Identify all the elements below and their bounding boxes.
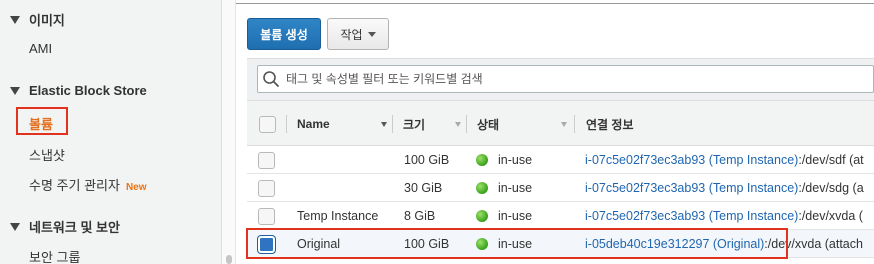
column-header-name[interactable]: Name xyxy=(287,101,393,147)
sort-icon xyxy=(455,121,461,127)
table-row[interactable]: 100 GiB in-use i-07c5e02f73ec3ab93 (Temp… xyxy=(247,146,874,174)
column-header-label: Name xyxy=(297,117,330,131)
table-header: Name 크기 상태 연결 정보 xyxy=(247,100,874,146)
sidebar-section-label: 네트워크 및 보안 xyxy=(29,220,120,235)
attachment-device: :/dev/xvda ( xyxy=(798,209,863,223)
column-header-attachment[interactable]: 연결 정보 xyxy=(575,101,874,147)
column-header-label: 연결 정보 xyxy=(586,117,634,132)
volume-state: in-use xyxy=(498,181,533,195)
status-ok-icon xyxy=(476,210,488,222)
sidebar: 이미지 AMI Elastic Block Store 볼륨 스냅샷 수명 주기… xyxy=(0,0,222,264)
volume-state: in-use xyxy=(498,153,533,167)
row-checkbox[interactable] xyxy=(258,179,275,197)
collapse-triangle-icon xyxy=(10,86,20,95)
sidebar-section-label: Elastic Block Store xyxy=(29,83,147,98)
sidebar-section-label: 이미지 xyxy=(29,13,65,28)
column-header-state[interactable]: 상태 xyxy=(467,101,575,147)
sidebar-item-label: 수명 주기 관리자 xyxy=(29,178,120,193)
select-all-checkbox[interactable] xyxy=(258,115,276,133)
sidebar-scrollbar[interactable] xyxy=(222,0,236,264)
instance-link[interactable]: i-07c5e02f73ec3ab93 (Temp Instance) xyxy=(585,209,798,223)
column-header-label: 상태 xyxy=(477,117,500,132)
table-row[interactable]: 30 GiB in-use i-07c5e02f73ec3ab93 (Temp … xyxy=(247,174,874,202)
new-badge: New xyxy=(125,182,147,193)
sidebar-item-ami[interactable]: AMI xyxy=(29,41,52,56)
search-icon xyxy=(263,71,279,87)
main-content: 볼륨 생성 작업 Name 크기 xyxy=(237,0,874,264)
instance-link[interactable]: i-07c5e02f73ec3ab93 (Temp Instance) xyxy=(585,153,798,167)
volume-size: 30 GiB xyxy=(404,181,443,195)
sidebar-section-ebs[interactable]: Elastic Block Store xyxy=(10,83,147,98)
volume-name: Temp Instance xyxy=(297,209,379,223)
volumes-highlight-box xyxy=(16,107,68,135)
collapse-triangle-icon xyxy=(10,15,20,24)
status-ok-icon xyxy=(476,154,488,166)
row-checkbox[interactable] xyxy=(258,151,275,169)
volume-state: in-use xyxy=(498,209,533,223)
collapse-triangle-icon xyxy=(10,222,20,231)
table-row[interactable]: Temp Instance 8 GiB in-use i-07c5e02f73e… xyxy=(247,202,874,230)
attachment-device: :/dev/sdg (a xyxy=(798,181,864,195)
sidebar-item-security-groups[interactable]: 보안 그룹 xyxy=(29,247,80,264)
create-volume-button[interactable]: 볼륨 생성 xyxy=(247,18,321,50)
attachment-device: :/dev/sdf (at xyxy=(798,153,864,167)
select-all-column xyxy=(247,101,287,147)
chevron-down-icon xyxy=(367,31,376,37)
sidebar-item-lifecycle-manager[interactable]: 수명 주기 관리자 New xyxy=(29,175,147,194)
row-checkbox[interactable] xyxy=(258,207,275,225)
selected-row-highlight-box xyxy=(246,228,788,259)
search-input[interactable] xyxy=(286,72,846,86)
column-header-label: 크기 xyxy=(403,117,426,132)
volume-size: 8 GiB xyxy=(404,209,436,223)
search-box[interactable] xyxy=(257,65,874,93)
sort-icon xyxy=(561,121,567,127)
status-ok-icon xyxy=(476,182,488,194)
sidebar-section-network[interactable]: 네트워크 및 보안 xyxy=(10,217,120,236)
sidebar-item-snapshots[interactable]: 스냅샷 xyxy=(29,145,65,164)
actions-label: 작업 xyxy=(340,27,363,42)
column-header-size[interactable]: 크기 xyxy=(393,101,467,147)
filter-bar xyxy=(247,58,874,100)
volume-size: 100 GiB xyxy=(404,153,450,167)
sort-icon xyxy=(381,121,387,127)
instance-link[interactable]: i-07c5e02f73ec3ab93 (Temp Instance) xyxy=(585,181,798,195)
scrollbar-thumb[interactable] xyxy=(226,255,232,264)
actions-dropdown-button[interactable]: 작업 xyxy=(327,18,389,50)
sidebar-section-images[interactable]: 이미지 xyxy=(10,10,65,29)
